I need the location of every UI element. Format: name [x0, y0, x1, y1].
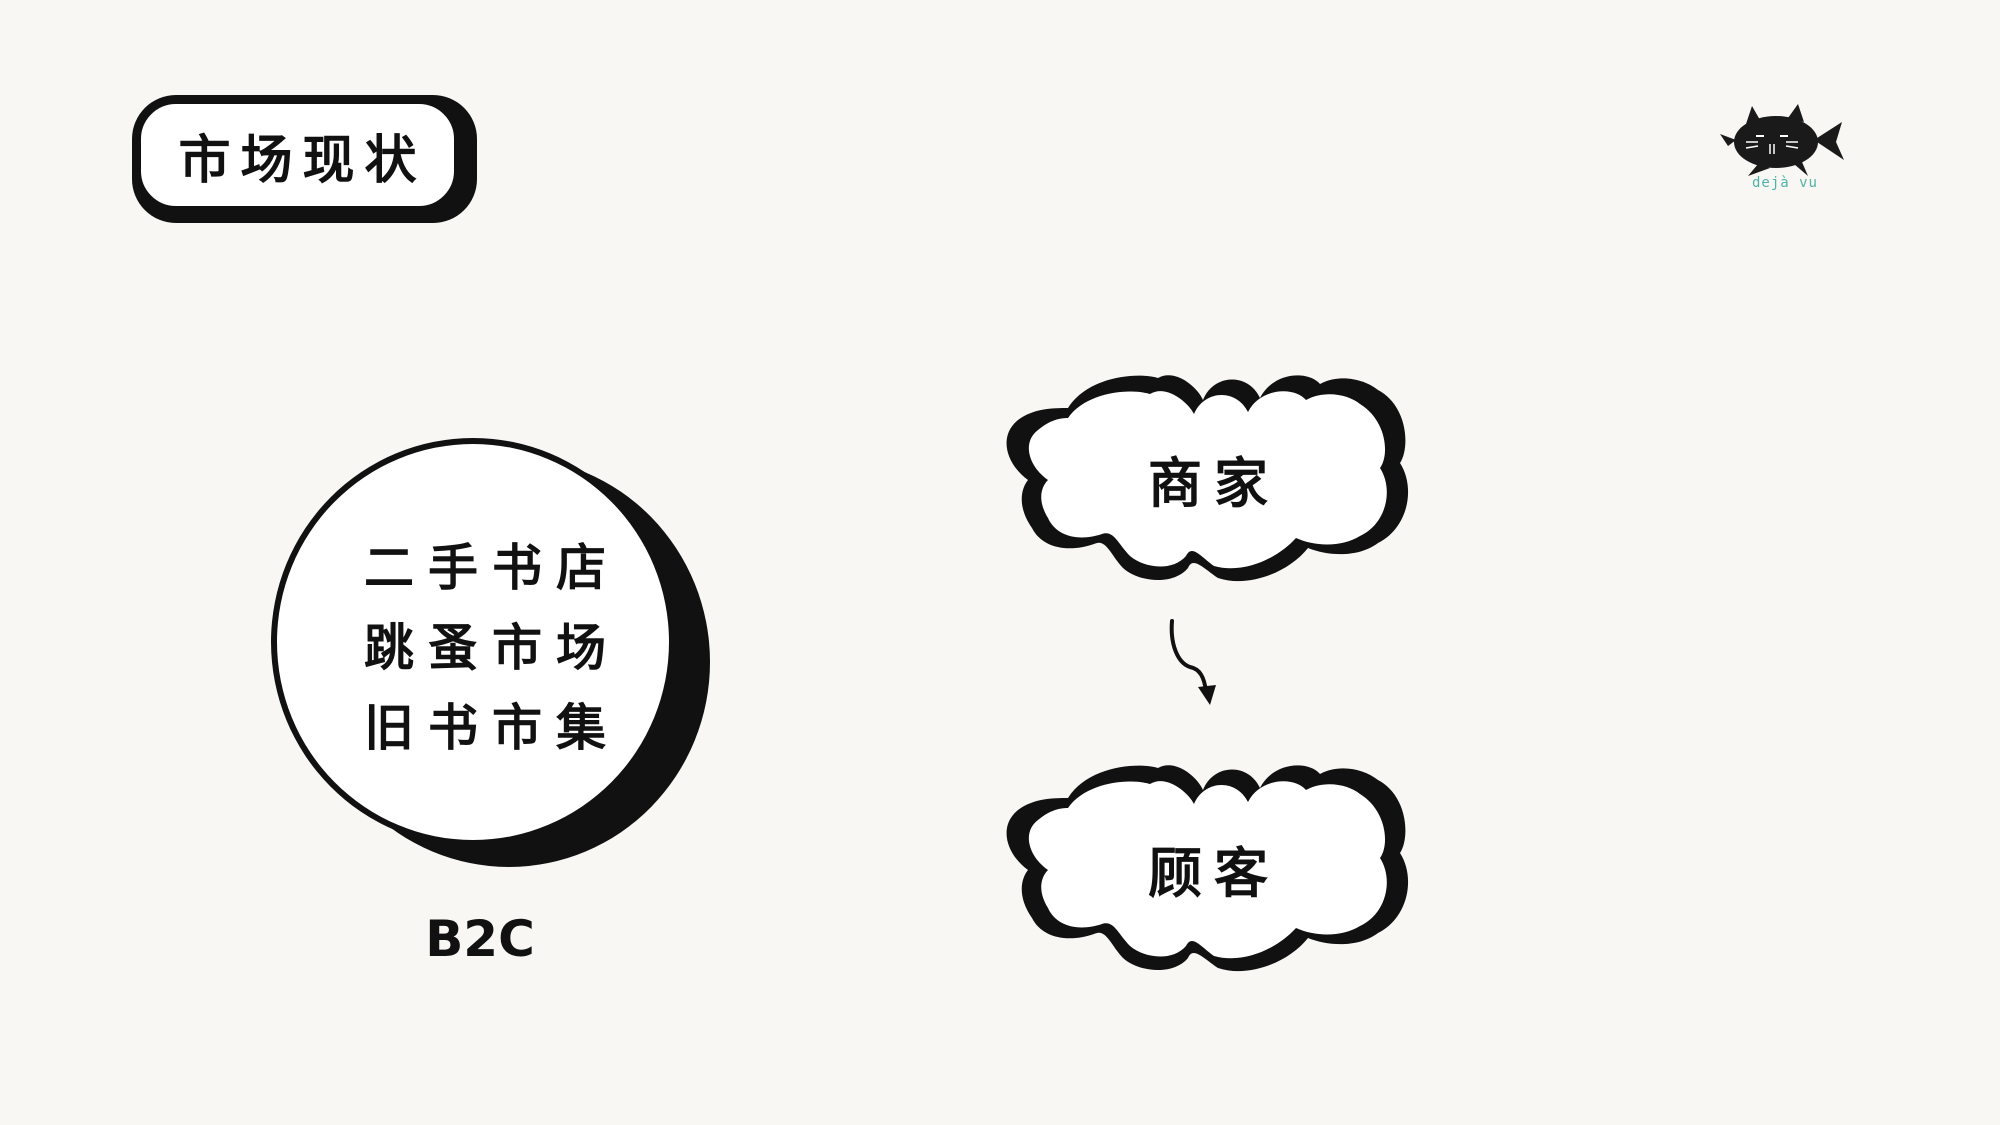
- market-item: 二手书店: [364, 539, 620, 597]
- merchant-label: 商家: [1148, 451, 1280, 515]
- customer-cloud: 顾客: [998, 758, 1418, 978]
- market-list: 二手书店 跳蚤市场 旧书市集: [340, 528, 630, 768]
- market-item: 旧书市集: [364, 699, 620, 757]
- curved-arrow-down-icon: [1160, 615, 1230, 710]
- circle-caption: B2C: [425, 910, 535, 968]
- title-tag: 市场现状: [132, 95, 477, 223]
- merchant-cloud: 商家: [998, 368, 1418, 588]
- title-tag-face: 市场现状: [136, 99, 459, 211]
- logo-text: dejà vu: [1751, 175, 1818, 191]
- market-item: 跳蚤市场: [364, 619, 620, 677]
- page-title: 市场现状: [178, 130, 427, 191]
- customer-label: 顾客: [1148, 841, 1280, 905]
